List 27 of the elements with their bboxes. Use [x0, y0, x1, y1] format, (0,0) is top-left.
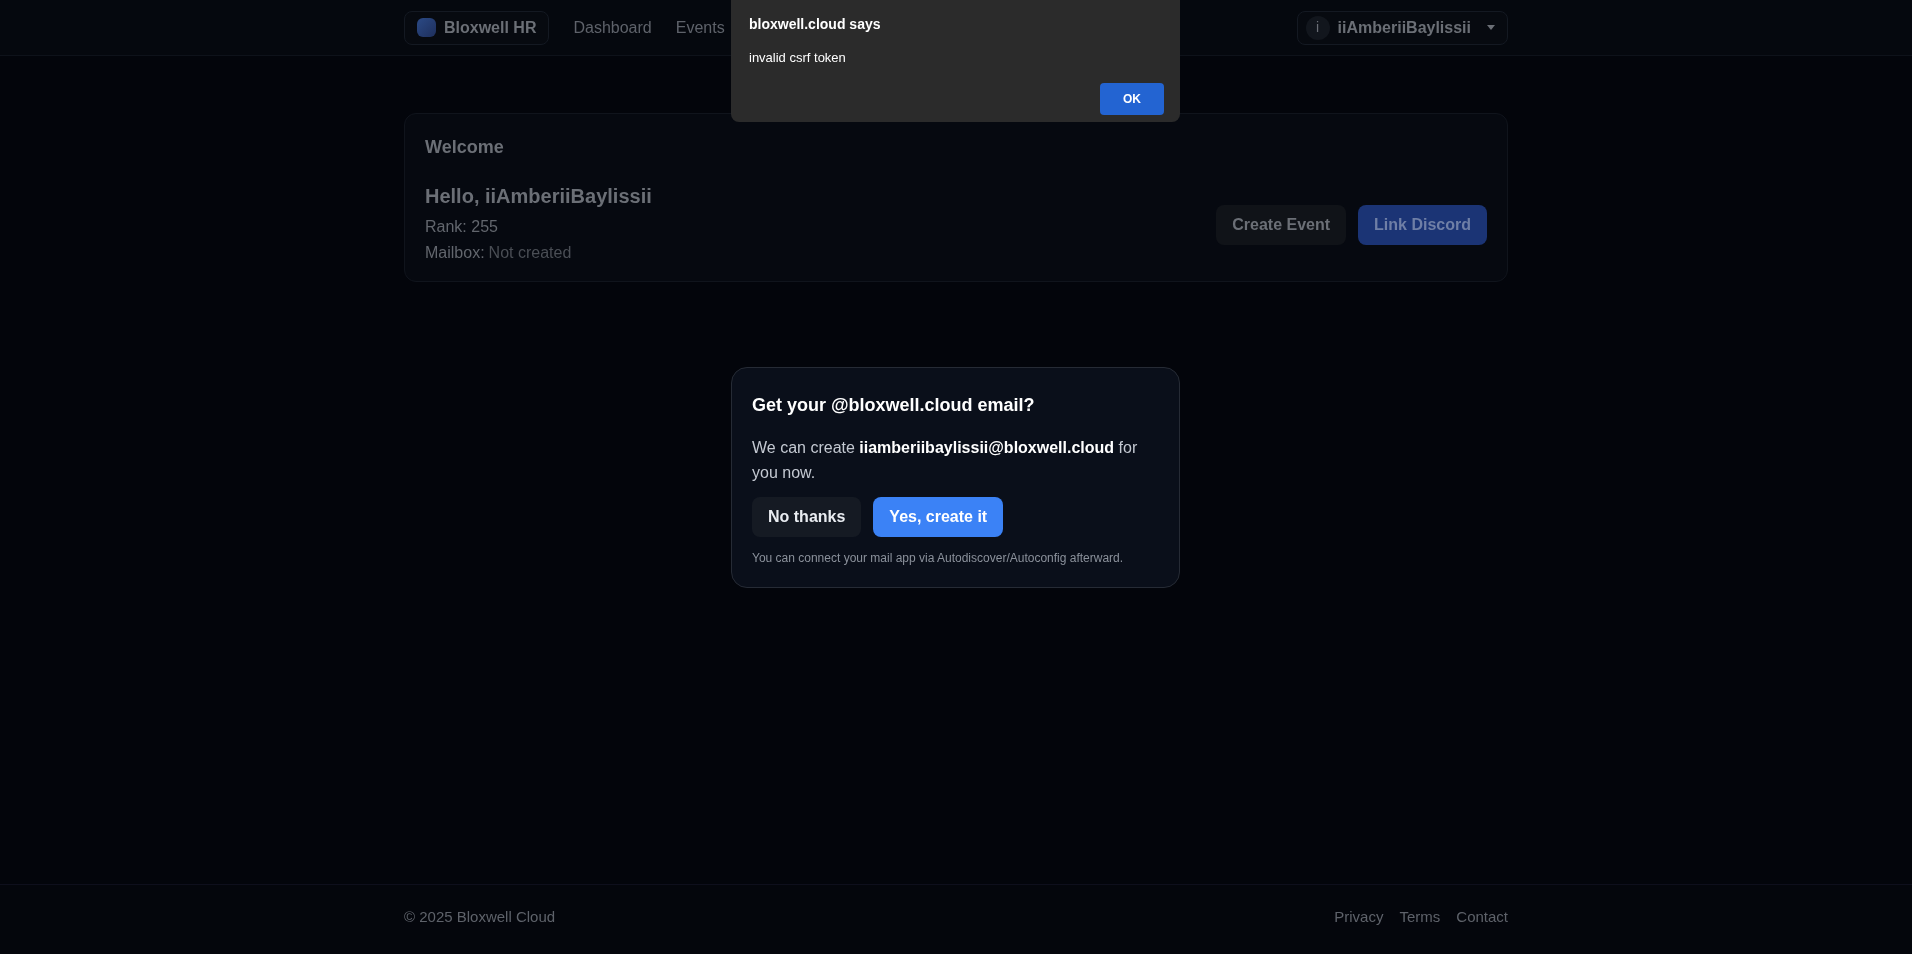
nav-link[interactable]: Events [675, 15, 725, 40]
caret-icon [1487, 25, 1495, 30]
rank-text: Rank: 255 [425, 217, 499, 237]
brand-link[interactable]: Bloxwell HR [404, 10, 550, 45]
link-discord-button[interactable]: Link Discord [1358, 205, 1487, 245]
footer-link[interactable]: Privacy [1334, 906, 1384, 929]
dialog-title: Get your @bloxwell.cloud email? [752, 394, 1036, 417]
card-title: Welcome [425, 136, 505, 159]
user-name: iiAmberiiBaylissii [1337, 17, 1471, 38]
mailbox-status: Not created [488, 243, 572, 263]
alert-message: invalid csrf token [749, 49, 847, 67]
alert-title: bloxwell.cloud says [749, 15, 882, 34]
greeting: Hello, iiAmberiiBaylissii [425, 184, 652, 209]
create-email-button[interactable]: Yes, create it [873, 497, 1004, 537]
logo-icon [417, 18, 436, 37]
footer-link[interactable]: Terms [1399, 906, 1441, 929]
copyright-text: © 2025 Bloxwell Cloud [404, 907, 556, 928]
create-event-button[interactable]: Create Event [1216, 205, 1347, 245]
dialog-note: You can connect your mail app via Autodiscover/Autoconfig afterward. [752, 550, 1125, 567]
user-menu-button[interactable]: i iiAmberiiBaylissii [1296, 10, 1508, 45]
nav-link[interactable]: Dashboard [573, 15, 652, 40]
ok-button[interactable]: OK [1100, 82, 1164, 115]
dialog-message: We can create iiamberiibaylissii@bloxwell.cloud for you now. [752, 438, 1139, 483]
decline-button[interactable]: No thanks [752, 497, 862, 537]
avatar-initial: i [1305, 15, 1330, 40]
mailbox-label: Mailbox: [425, 243, 485, 263]
footer-link[interactable]: Contact [1456, 906, 1508, 929]
